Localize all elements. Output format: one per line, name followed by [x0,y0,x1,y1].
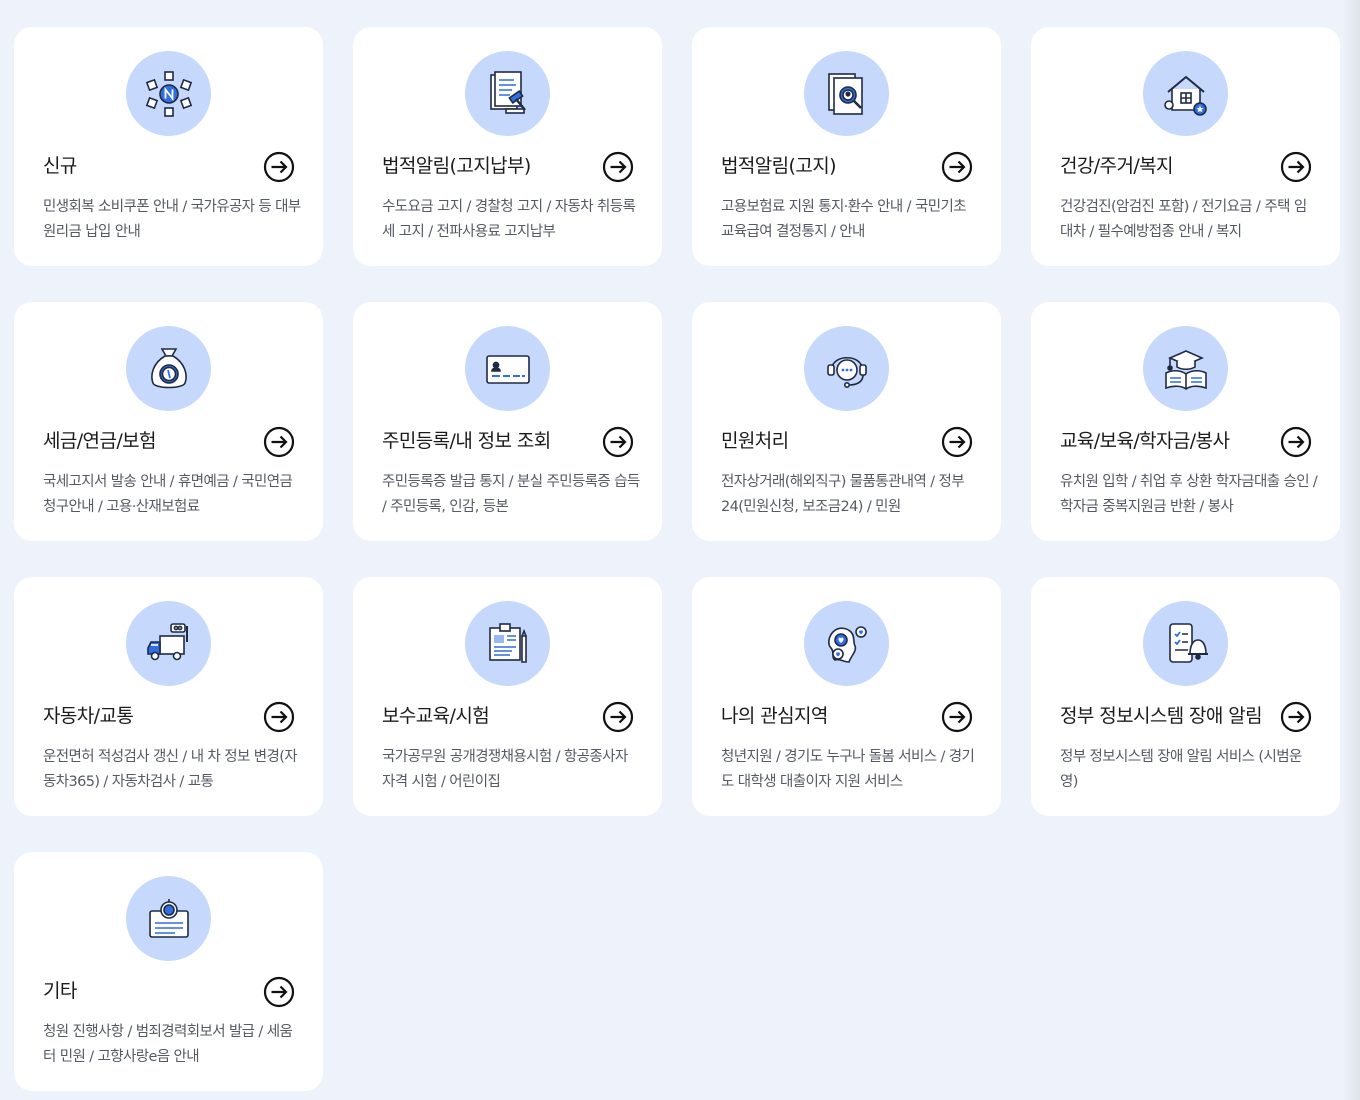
category-description: 청년지원 / 경기도 누구나 돌봄 서비스 / 경기도 대학생 대출이자 지원 … [721,749,975,790]
category-card-education[interactable]: 교육/보육/학자금/봉사 유치원 입학 / 취업 후 상환 학자금대출 승인 /… [1031,302,1340,541]
category-card-resident-registration[interactable]: 주민등록/내 정보 조회 주민등록증 발급 통지 / 분실 주민등록증 습득 /… [353,302,662,541]
graduation-book-icon [1143,326,1228,411]
truck-icon [126,601,211,686]
category-title: 민원처리 [721,430,789,452]
category-title: 기타 [43,980,77,1002]
category-card-etc[interactable]: 기타 청원 진행사항 / 범죄경력회보서 발급 / 세움터 민원 / 고향사랑e… [14,852,323,1091]
category-title: 신규 [43,155,77,177]
category-description: 운전면허 적성검사 갱신 / 내 차 정보 변경(자동차365) / 자동차검사… [43,749,298,790]
money-bag-icon [126,326,211,411]
category-card-legal-payment[interactable]: 법적알림(고지납부) 수도요금 고지 / 경찰청 고지 / 자동차 취등록세 고… [353,27,662,266]
category-description: 수도요금 고지 / 경찰청 고지 / 자동차 취등록세 고지 / 전파사용료 고… [382,199,636,240]
arrow-right-icon[interactable] [602,426,634,458]
category-card-system-outage[interactable]: 정부 정보시스템 장애 알림 정부 정보시스템 장애 알림 서비스 (시범운영) [1031,577,1340,816]
category-card-new[interactable]: 신규 민생회복 소비쿠폰 안내 / 국가유공자 등 대부원리금 납입 안내 [14,27,323,266]
category-card-legal-notice[interactable]: 법적알림(고지) 고용보험료 지원 통지·환수 안내 / 국민기초 교육급여 결… [692,27,1001,266]
category-description: 민생회복 소비쿠폰 안내 / 국가유공자 등 대부원리금 납입 안내 [43,199,301,240]
arrow-right-icon[interactable] [1280,426,1312,458]
category-title: 나의 관심지역 [721,705,828,727]
category-title: 세금/연금/보험 [43,430,156,452]
arrow-right-icon[interactable] [1280,701,1312,733]
id-card-icon [465,326,550,411]
arrow-right-icon[interactable] [941,426,973,458]
document-search-icon [804,51,889,136]
arrow-right-icon[interactable] [263,976,295,1008]
category-title: 교육/보육/학자금/봉사 [1060,430,1230,452]
arrow-right-icon[interactable] [263,151,295,183]
category-title: 주민등록/내 정보 조회 [382,430,551,452]
category-card-vehicle-traffic[interactable]: 자동차/교통 운전면허 적성검사 갱신 / 내 차 정보 변경(자동차365) … [14,577,323,816]
category-title: 건강/주거/복지 [1060,155,1173,177]
phone-bell-icon [1143,601,1228,686]
gavel-document-icon [465,51,550,136]
arrow-right-icon[interactable] [941,151,973,183]
category-title: 보수교육/시험 [382,705,490,727]
category-description: 국세고지서 발송 안내 / 휴면예금 / 국민연금 청구안내 / 고용·산재보험… [43,474,293,515]
certificate-icon [126,876,211,961]
category-description: 정부 정보시스템 장애 알림 서비스 (시범운영) [1060,749,1302,790]
category-card-health-housing[interactable]: 건강/주거/복지 건강검진(암검진 포함) / 전기요금 / 주택 임대차 / … [1031,27,1340,266]
category-description: 국가공무원 공개경쟁채용시험 / 항공종사자 자격 시험 / 어린이집 [382,749,628,790]
category-description: 유치원 입학 / 취업 후 상환 학자금대출 승인 / 학자금 중복지원금 반환… [1060,474,1318,515]
arrow-right-icon[interactable] [1280,151,1312,183]
arrow-right-icon[interactable] [602,151,634,183]
category-description: 전자상거래(해외직구) 물품통관내역 / 정부24(민원신청, 보조금24) /… [721,474,965,515]
category-title: 자동차/교통 [43,705,134,727]
category-description: 고용보험료 지원 통지·환수 안내 / 국민기초 교육급여 결정통지 / 안내 [721,199,967,240]
house-welfare-icon [1143,51,1228,136]
category-card-tax-pension[interactable]: 세금/연금/보험 국세고지서 발송 안내 / 휴면예금 / 국민연금 청구안내 … [14,302,323,541]
category-description: 청원 진행사항 / 범죄경력회보서 발급 / 세움터 민원 / 고향사랑e음 안… [43,1024,293,1065]
map-heart-icon [804,601,889,686]
arrow-right-icon[interactable] [263,701,295,733]
new-badge-icon [126,51,211,136]
category-title: 정부 정보시스템 장애 알림 [1060,705,1263,727]
category-description: 건강검진(암검진 포함) / 전기요금 / 주택 임대차 / 필수예방접종 안내… [1060,199,1307,240]
headset-chat-icon [804,326,889,411]
category-title: 법적알림(고지납부) [382,155,531,177]
exam-board-icon [465,601,550,686]
category-card-my-region[interactable]: 나의 관심지역 청년지원 / 경기도 누구나 돌봄 서비스 / 경기도 대학생 … [692,577,1001,816]
category-grid: 신규 민생회복 소비쿠폰 안내 / 국가유공자 등 대부원리금 납입 안내 법적… [14,27,1340,1091]
scrollbar-track [1342,0,1360,1100]
category-card-civil-service[interactable]: 민원처리 전자상거래(해외직구) 물품통관내역 / 정부24(민원신청, 보조금… [692,302,1001,541]
arrow-right-icon[interactable] [941,701,973,733]
arrow-right-icon[interactable] [263,426,295,458]
category-title: 법적알림(고지) [721,155,837,177]
category-card-training-exam[interactable]: 보수교육/시험 국가공무원 공개경쟁채용시험 / 항공종사자 자격 시험 / 어… [353,577,662,816]
arrow-right-icon[interactable] [602,701,634,733]
category-description: 주민등록증 발급 통지 / 분실 주민등록증 습득 / 주민등록, 인감, 등본 [382,474,640,515]
